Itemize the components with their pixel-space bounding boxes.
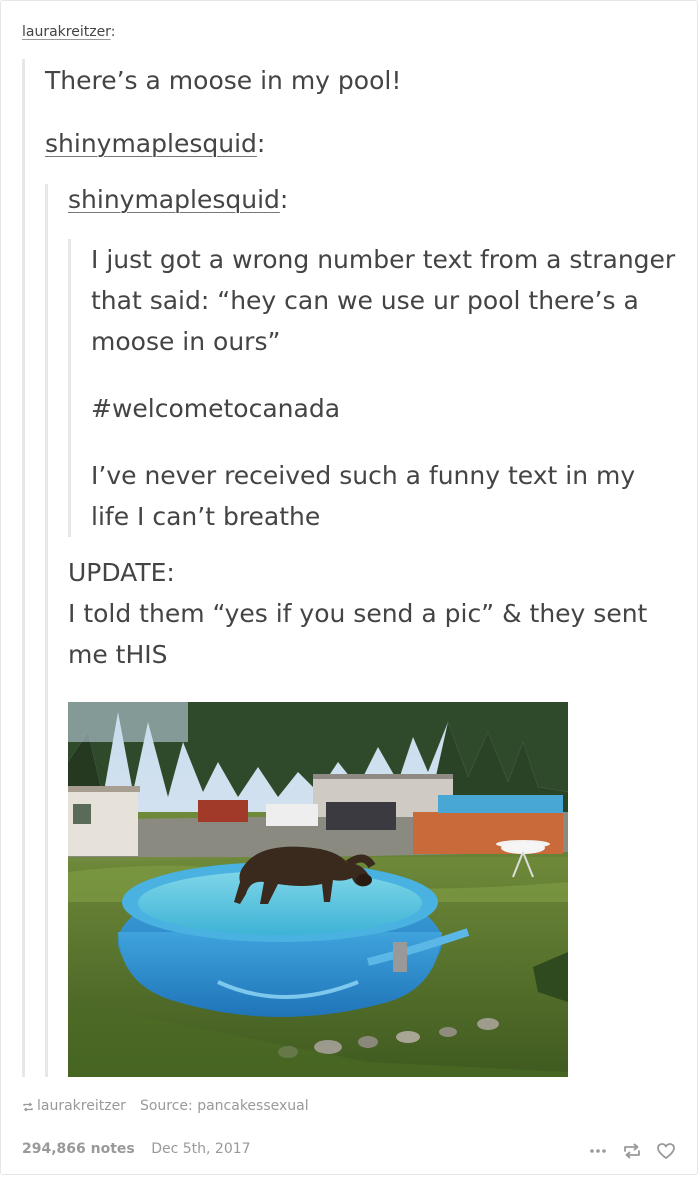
quote-border-outer	[22, 59, 25, 1077]
reblog-author-1-link[interactable]: shinymaplesquid	[45, 129, 257, 158]
reblog-author-2: shinymaplesquid:	[68, 185, 289, 214]
moose-pool-photo[interactable]	[68, 702, 568, 1077]
more-dots-icon[interactable]	[587, 1140, 609, 1162]
reblog-author-2-link[interactable]: shinymaplesquid	[68, 185, 280, 214]
original-paragraph-1: I just got a wrong number text from a st…	[91, 245, 676, 356]
original-paragraph-hashtag: #welcometocanada	[91, 394, 341, 423]
tumblr-post: laurakreitzer: There’s a moose in my poo…	[0, 0, 698, 1175]
post-author-link[interactable]: laurakreitzer	[22, 24, 111, 40]
quote-border-middle	[45, 184, 48, 1077]
source-row: laurakreitzer Source: pancakessexual	[22, 1098, 309, 1114]
post-date[interactable]: Dec 5th, 2017	[151, 1141, 250, 1157]
post-actions	[587, 1140, 677, 1162]
photo-illustration	[68, 702, 568, 1077]
original-paragraph-3: I’ve never received such a funny text in…	[91, 461, 636, 531]
post-author: laurakreitzer:	[22, 24, 116, 40]
notes-count[interactable]: 294,866 notes	[22, 1141, 135, 1157]
reblogged-from-link[interactable]: laurakreitzer	[37, 1098, 126, 1114]
post-main-text: There’s a moose in my pool!	[45, 66, 402, 95]
update-body: I told them “yes if you send a pic” & th…	[68, 599, 648, 669]
post-footer: 294,866 notes Dec 5th, 2017	[22, 1141, 251, 1157]
reblog-icon[interactable]	[621, 1140, 643, 1162]
source-link[interactable]: Source: pancakessexual	[140, 1098, 309, 1114]
reblog-small-icon	[23, 1102, 33, 1112]
quote-border-inner	[68, 239, 71, 537]
reblog-author-1: shinymaplesquid:	[45, 129, 266, 158]
update-heading: UPDATE:	[68, 558, 175, 587]
update-block: UPDATE: I told them “yes if you send a p…	[68, 552, 688, 675]
heart-icon[interactable]	[655, 1140, 677, 1162]
